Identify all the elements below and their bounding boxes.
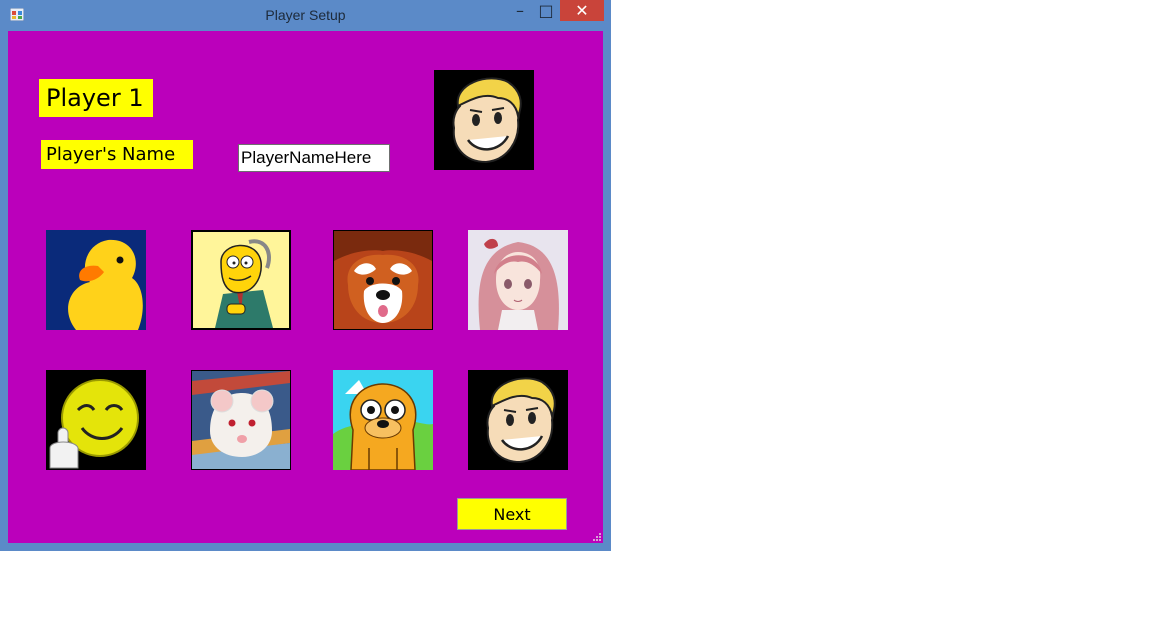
vault-boy-icon (434, 70, 534, 170)
smiley-middle-finger-icon (46, 370, 146, 470)
jake-the-dog-icon (333, 370, 433, 470)
avatar-option-anime-girl[interactable] (468, 230, 568, 330)
player-setup-window: Player Setup – □ ✕ Player 1 Player's Nam… (0, 0, 611, 551)
avatar-option-mr-burns[interactable] (191, 230, 291, 330)
mr-burns-icon (193, 232, 289, 328)
resize-grip-icon[interactable] (593, 533, 601, 541)
title-bar[interactable]: Player Setup – □ ✕ (0, 0, 611, 30)
avatar-option-white-rat[interactable] (191, 370, 291, 470)
avatar-option-smiley-middle-finger[interactable] (46, 370, 146, 470)
red-panda-icon (334, 231, 432, 329)
next-button[interactable]: Next (457, 498, 567, 530)
close-icon: ✕ (575, 1, 589, 20)
maximize-button[interactable]: □ (535, 0, 557, 21)
avatar-option-jake-the-dog[interactable] (333, 370, 433, 470)
avatar-option-rubber-duck[interactable] (46, 230, 146, 330)
avatar-option-vault-boy[interactable] (468, 370, 568, 470)
player-name-input[interactable] (238, 144, 390, 172)
minimize-button[interactable]: – (509, 0, 531, 21)
vault-boy-icon (468, 370, 568, 470)
white-rat-icon (192, 371, 290, 469)
close-button[interactable]: ✕ (560, 0, 604, 21)
rubber-duck-icon (46, 230, 146, 330)
player-heading: Player 1 (39, 79, 153, 117)
minimize-icon: – (516, 1, 524, 20)
player-name-label: Player's Name (41, 140, 193, 169)
maximize-icon: □ (538, 1, 554, 20)
anime-girl-icon (468, 230, 568, 330)
selected-avatar-preview (434, 70, 534, 170)
avatar-option-red-panda[interactable] (333, 230, 433, 330)
form-client-area: Player 1 Player's Name PlayerNameHere Ne… (8, 31, 603, 543)
